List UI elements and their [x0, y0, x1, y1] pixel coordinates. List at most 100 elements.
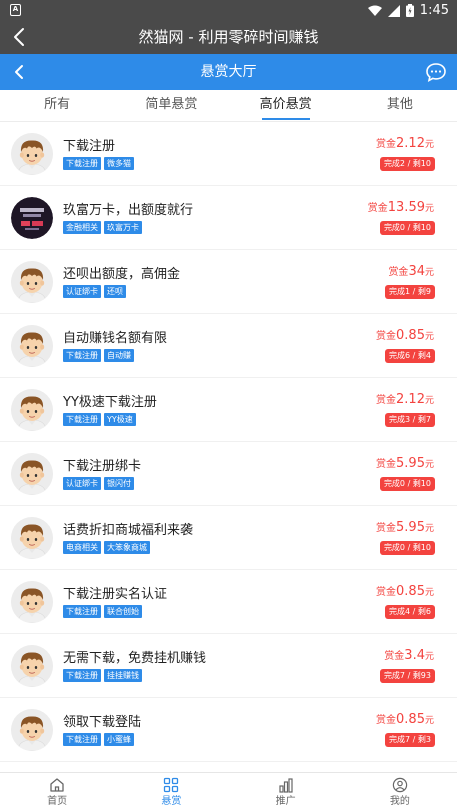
task-avatar — [11, 325, 53, 367]
reward-amount: 0.85 — [396, 712, 425, 727]
app-title-bar: 然猫网 - 利用零碎时间赚钱 — [0, 21, 457, 54]
task-reward: 赏金2.12元 — [376, 391, 434, 407]
nav-promote[interactable]: 推广 — [229, 773, 343, 812]
task-tag: 大笨象商城 — [104, 541, 150, 554]
bar-chart-icon — [279, 778, 293, 793]
task-tag: 小蜜蜂 — [104, 733, 134, 746]
reward-label: 赏金 — [376, 587, 397, 598]
nav-tasks[interactable]: 悬赏 — [114, 773, 228, 812]
task-avatar — [11, 453, 53, 495]
reward-label: 赏金 — [376, 139, 397, 150]
reward-unit: 元 — [424, 588, 434, 598]
task-tag: 下载注册 — [63, 413, 101, 426]
reward-amount: 2.12 — [396, 136, 425, 151]
task-tags: 下载注册 小蜜蜂 — [63, 733, 134, 746]
task-tag: 下载注册 — [63, 157, 101, 170]
task-row[interactable]: 下载注册绑卡 认证绑卡 银闪付 赏金5.95元 完成0 / 剩10 — [0, 442, 457, 506]
task-title: 还呗出额度，高佣金 — [63, 267, 181, 282]
task-progress-badge: 完成7 / 剩3 — [385, 733, 435, 747]
task-row[interactable]: 下载注册实名认证 下载注册 联合创始 赏金0.85元完成4 / 剩6 — [0, 570, 457, 634]
grid-icon — [164, 777, 179, 793]
task-tag: 微多猫 — [104, 157, 134, 170]
reward-amount: 3.4 — [404, 648, 425, 663]
nav-mine[interactable]: 我的 — [343, 773, 457, 812]
reward-amount: 0.85 — [396, 584, 425, 599]
reward-amount: 13.59 — [387, 200, 425, 215]
task-progress-badge: 完成3 / 剩7 — [385, 413, 435, 427]
task-tag: 挂挂赚钱 — [104, 669, 142, 682]
task-reward: 赏金0.85元 — [376, 327, 434, 343]
reward-label: 赏金 — [376, 459, 397, 470]
battery-icon — [405, 4, 414, 17]
task-progress-badge: 完成4 / 剩6 — [385, 605, 435, 619]
tab-high-price[interactable]: 高价悬赏 — [229, 90, 343, 121]
task-reward: 赏金13.59元 — [368, 199, 434, 215]
user-icon — [392, 777, 408, 793]
task-avatar — [11, 133, 53, 175]
bottom-nav: 首页 悬赏 推广 我的 — [0, 772, 457, 812]
reward-label: 赏金 — [376, 331, 397, 342]
task-progress-badge: 完成7 / 剩93 — [379, 669, 435, 683]
task-tags: 认证绑卡 还呗 — [63, 285, 126, 298]
reward-amount: 2.12 — [396, 392, 425, 407]
task-progress-badge: 完成0 / 剩10 — [379, 221, 435, 235]
task-reward: 赏金5.95元 — [376, 519, 434, 535]
task-avatar — [11, 709, 53, 751]
tab-other[interactable]: 其他 — [343, 90, 457, 121]
task-avatar — [11, 197, 53, 239]
task-row[interactable]: 自动赚钱名额有限 下载注册 自动赚 赏金0.85元 完成6 / 剩4 — [0, 314, 457, 378]
task-row[interactable]: 无需下载，免费挂机赚钱 下载注册 挂挂赚钱 赏金3.4元 完成7 / 剩93 — [0, 634, 457, 698]
tab-simple[interactable]: 简单悬赏 — [114, 90, 228, 121]
reward-amount: 5.95 — [396, 520, 425, 535]
task-tag: 还呗 — [104, 285, 126, 298]
task-row[interactable]: 还呗出额度，高佣金 认证绑卡 还呗 赏金34元 完成1 / 剩9 — [0, 250, 457, 314]
task-tag: 金融相关 — [63, 221, 101, 234]
task-progress-badge: 完成1 / 剩9 — [385, 285, 435, 299]
tab-all[interactable]: 所有 — [0, 90, 114, 121]
nav-home-label: 首页 — [47, 796, 68, 807]
status-bar: A 1:45 — [0, 0, 457, 21]
reward-label: 赏金 — [376, 523, 397, 534]
status-time: 1:45 — [419, 3, 449, 18]
task-avatar — [11, 645, 53, 687]
chat-bubble-icon[interactable] — [425, 61, 447, 83]
reward-amount: 34 — [408, 264, 425, 279]
reward-unit: 元 — [424, 204, 434, 214]
nav-home[interactable]: 首页 — [0, 773, 114, 812]
reward-unit: 元 — [424, 396, 434, 406]
task-tag: 下载注册 — [63, 733, 101, 746]
reward-unit: 元 — [424, 652, 434, 662]
task-row[interactable]: 下载注册 下载注册 微多猫 赏金2.12元 完成2 / 剩10 — [0, 122, 457, 186]
task-row[interactable]: 玖富万卡，出额度就行 金融相关 玖富万卡 赏金13.59元 完成0 / 剩10 — [0, 186, 457, 250]
task-title: 无需下载，免费挂机赚钱 — [63, 651, 207, 666]
task-tags: 下载注册 挂挂赚钱 — [63, 669, 142, 682]
task-title: 下载注册实名认证 — [63, 587, 168, 602]
wifi-icon — [367, 5, 382, 16]
reward-unit: 元 — [424, 140, 434, 150]
task-reward: 赏金0.85元 — [376, 583, 434, 599]
task-reward: 赏金3.4元 — [384, 647, 434, 663]
task-avatar — [11, 517, 53, 559]
task-title: 自动赚钱名额有限 — [63, 331, 168, 346]
task-avatar — [11, 581, 53, 623]
task-tags: 下载注册 YY极速 — [63, 413, 136, 426]
category-tabs: 所有 简单悬赏 高价悬赏 其他 — [0, 90, 457, 122]
notification-icon: A — [10, 4, 21, 16]
task-tags: 下载注册 联合创始 — [63, 605, 142, 618]
home-icon — [50, 778, 64, 792]
task-avatar — [11, 389, 53, 431]
task-row[interactable]: 领取下载登陆 下载注册 小蜜蜂 赏金0.85元 完成7 / 剩3 — [0, 698, 457, 762]
app-title: 然猫网 - 利用零碎时间赚钱 — [138, 28, 319, 46]
task-progress-badge: 完成0 / 剩10 — [379, 477, 435, 491]
reward-label: 赏金 — [388, 267, 409, 278]
reward-label: 赏金 — [376, 715, 397, 726]
task-avatar — [11, 261, 53, 303]
task-title: 下载注册绑卡 — [63, 459, 142, 474]
task-title: 话费折扣商城福利来袭 — [63, 523, 194, 538]
nav-promote-label: 推广 — [275, 796, 296, 807]
task-tag: 认证绑卡 — [63, 285, 101, 298]
reward-label: 赏金 — [384, 651, 405, 662]
task-row[interactable]: 话费折扣商城福利来袭 电商相关 大笨象商城 赏金5.95元 完成0 / 剩10 — [0, 506, 457, 570]
task-row[interactable]: YY极速下载注册 下载注册 YY极速 赏金2.12元 完成3 / 剩7 — [0, 378, 457, 442]
task-reward: 赏金2.12元 — [376, 135, 434, 151]
